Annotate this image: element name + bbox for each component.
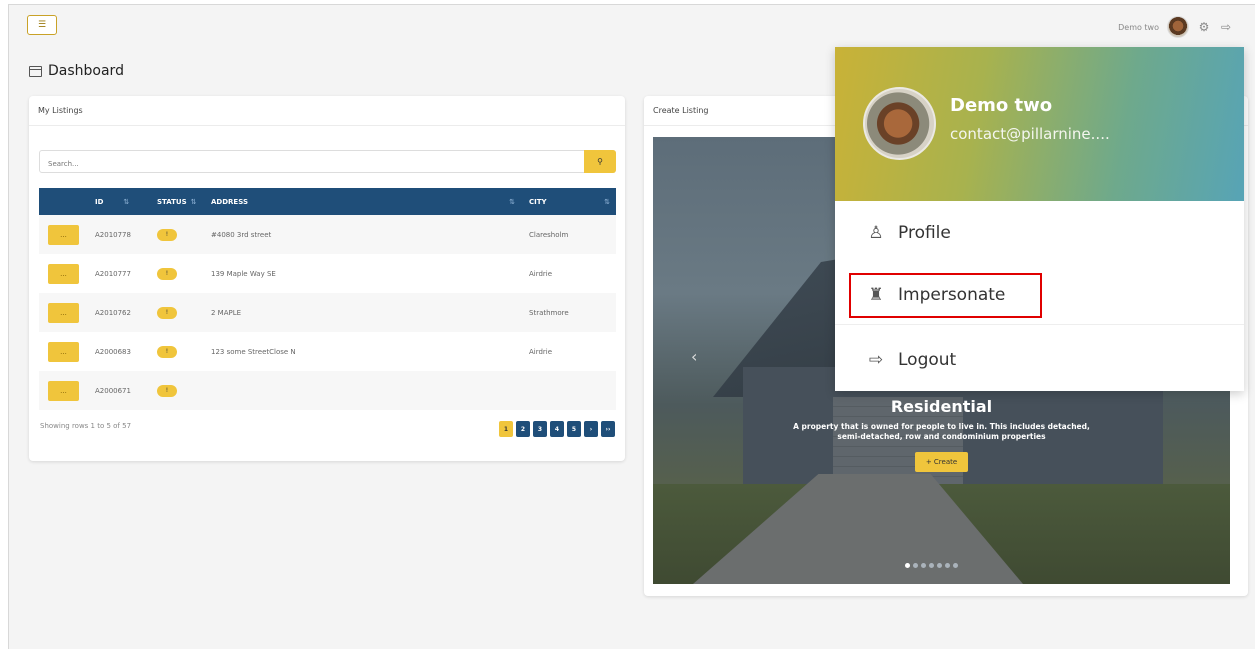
- table-row: ... A2010778 ! #4080 3rd street Claresho…: [39, 215, 616, 254]
- last-page-button[interactable]: ››: [601, 421, 615, 437]
- listings-table: ID ⇅ STATUS ⇅ ADDRESS ⇅ CITY ⇅ ... A2010778 …: [39, 188, 616, 410]
- page-button-3[interactable]: 3: [533, 421, 547, 437]
- cell-id: A2010762: [95, 308, 131, 317]
- status-badge: !: [157, 267, 177, 280]
- col-id[interactable]: ID ⇅: [89, 188, 151, 215]
- row-action-button[interactable]: ...: [48, 224, 79, 245]
- cell-address: 2 MAPLE: [211, 308, 242, 317]
- slide-description-line-2: semi-detached, row and condominium prope…: [837, 432, 1046, 442]
- search-icon: ⚲: [597, 157, 603, 166]
- carousel-dot[interactable]: [937, 563, 942, 568]
- carousel-indicators: [905, 563, 958, 568]
- slide-title: Residential: [890, 397, 993, 416]
- page-button-4[interactable]: 4: [550, 421, 564, 437]
- dashboard-icon: [29, 65, 42, 77]
- search-input[interactable]: [40, 153, 580, 175]
- carousel-dot[interactable]: [905, 563, 910, 568]
- my-listings-header: My Listings: [29, 96, 625, 126]
- cell-address: [205, 371, 523, 410]
- cell-city: [523, 371, 616, 410]
- page-button-5[interactable]: 5: [567, 421, 581, 437]
- avatar[interactable]: [1167, 16, 1189, 38]
- my-listings-card: My Listings ⚲ ID⇅ STATUS⇅ ADDRESS⇅ CITY⇅…: [29, 96, 625, 461]
- col-status[interactable]: STATUS ⇅: [151, 188, 205, 215]
- pagination-info: Showing rows 1 to 5 of 57: [40, 422, 132, 430]
- dropdown-user-header: Demo two contact@pillarnine....: [835, 47, 1244, 201]
- cell-city: Airdrie: [529, 347, 553, 356]
- status-badge: !: [157, 228, 177, 241]
- carousel-dot[interactable]: [913, 563, 918, 568]
- col-city[interactable]: CITY ⇅: [523, 188, 616, 215]
- row-action-button[interactable]: ...: [48, 263, 79, 284]
- create-button[interactable]: + Create: [914, 452, 969, 473]
- profile-menu-item[interactable]: ♙ Profile: [835, 203, 1244, 263]
- status-badge: !: [157, 306, 177, 319]
- table-row: ... A2000683 ! 123 some StreetClose N Ai…: [39, 332, 616, 371]
- impersonate-menu-item[interactable]: ♜ Impersonate: [835, 265, 1244, 325]
- menu-toggle-button[interactable]: ☰: [27, 15, 57, 35]
- cell-city: Strathmore: [529, 308, 569, 317]
- carousel-dot[interactable]: [929, 563, 934, 568]
- logout-label: Logout: [898, 350, 957, 370]
- cell-id: A2010778: [95, 230, 131, 239]
- table-header-row: ID ⇅ STATUS ⇅ ADDRESS ⇅ CITY ⇅: [39, 188, 616, 215]
- page-button-2[interactable]: 2: [516, 421, 530, 437]
- table-row: ... A2010777 ! 139 Maple Way SE Airdrie: [39, 254, 616, 293]
- row-action-button[interactable]: ...: [48, 380, 79, 401]
- cell-id: A2000683: [95, 347, 131, 356]
- table-row: ... A2000671 !: [39, 371, 616, 410]
- search-bar: ⚲: [39, 150, 616, 175]
- logout-icon[interactable]: ⇨: [1219, 20, 1233, 34]
- cell-city: Claresholm: [529, 230, 569, 239]
- user-area: Demo two ⚙ ⇨: [1118, 15, 1233, 39]
- next-page-button[interactable]: ›: [584, 421, 598, 437]
- carousel-prev-icon[interactable]: ‹: [691, 347, 697, 366]
- search-button[interactable]: ⚲: [584, 150, 616, 173]
- status-badge: !: [157, 384, 177, 397]
- top-bar: ☰ Demo two ⚙ ⇨: [9, 5, 1255, 51]
- dropdown-user-name: Demo two: [950, 95, 1053, 116]
- gear-icon[interactable]: ⚙: [1197, 20, 1211, 34]
- table-row: ... A2010762 ! 2 MAPLE Strathmore: [39, 293, 616, 332]
- dropdown-user-email: contact@pillarnine....: [950, 125, 1110, 143]
- page-title-text: Dashboard: [48, 63, 124, 79]
- user-dropdown-menu: Demo two contact@pillarnine.... ♙ Profil…: [835, 47, 1244, 391]
- avatar: [863, 87, 936, 160]
- logout-icon: ⇨: [868, 350, 884, 370]
- col-action: [39, 188, 89, 215]
- cell-id: A2000671: [95, 386, 131, 395]
- logout-menu-item[interactable]: ⇨ Logout: [835, 330, 1244, 390]
- row-action-button[interactable]: ...: [48, 302, 79, 323]
- carousel-dot[interactable]: [921, 563, 926, 568]
- menu-toggle-icon: ☰: [37, 20, 47, 30]
- cell-city: Airdrie: [529, 269, 553, 278]
- cell-address: 123 some StreetClose N: [211, 347, 296, 356]
- col-address[interactable]: ADDRESS ⇅: [205, 188, 523, 215]
- carousel-dot[interactable]: [945, 563, 950, 568]
- page-button-1[interactable]: 1: [499, 421, 513, 437]
- profile-label: Profile: [898, 223, 951, 243]
- cell-address: #4080 3rd street: [211, 230, 272, 239]
- user-icon: ♙: [868, 223, 884, 243]
- carousel-dot[interactable]: [953, 563, 958, 568]
- carousel-caption: Residential A property that is owned for…: [653, 397, 1230, 473]
- slide-description: A property that is owned for people to l…: [653, 422, 1230, 442]
- cell-id: A2010777: [95, 269, 131, 278]
- user-name[interactable]: Demo two: [1118, 23, 1159, 32]
- status-badge: !: [157, 345, 177, 358]
- highlight-box: [849, 273, 1042, 318]
- cell-address: 139 Maple Way SE: [211, 269, 276, 278]
- pagination: 1 2 3 4 5 › ››: [499, 421, 615, 437]
- row-action-button[interactable]: ...: [48, 341, 79, 362]
- page-title: Dashboard: [29, 63, 124, 79]
- slide-description-line-1: A property that is owned for people to l…: [793, 422, 1090, 431]
